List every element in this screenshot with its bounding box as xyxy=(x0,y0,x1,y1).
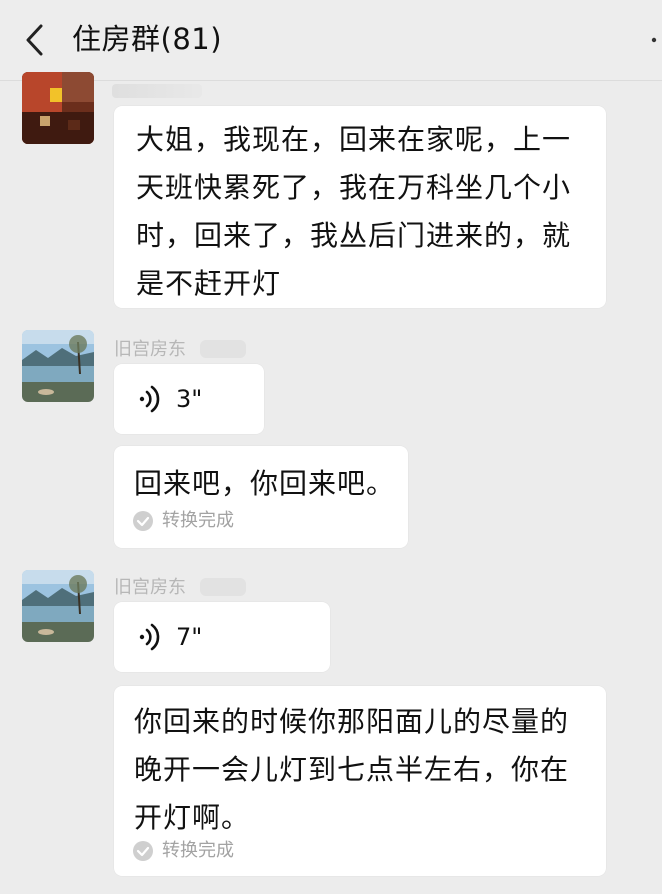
message-text: 大姐，我现在，回来在家呢，上一天班快累死了，我在万科坐几个小时，回来了，我丛后门… xyxy=(136,123,572,300)
transcription-status: 转换完成 xyxy=(132,510,234,532)
transcription-text: 回来吧，你回来吧。 xyxy=(134,467,396,500)
sender-name: 旧宫房东 xyxy=(114,339,186,360)
transcription-bubble[interactable]: 你回来的时候你那阳面儿的尽量的晚开一会儿灯到七点半左右，你在开灯啊。 转换完成 xyxy=(114,686,606,876)
avatar-image xyxy=(22,330,94,402)
avatar[interactable] xyxy=(22,72,94,144)
avatar-image xyxy=(22,72,94,144)
chat-header: 住房群(81) xyxy=(0,0,662,81)
transcription-status: 转换完成 xyxy=(132,840,234,862)
check-icon xyxy=(133,511,153,531)
sender-name xyxy=(112,84,202,98)
message-bubble[interactable]: 大姐，我现在，回来在家呢，上一天班快累死了，我在万科坐几个小时，回来了，我丛后门… xyxy=(114,106,606,308)
transcription-text: 你回来的时候你那阳面儿的尽量的晚开一会儿灯到七点半左右，你在开灯啊。 xyxy=(134,705,570,834)
voice-message[interactable]: 3" xyxy=(114,364,264,434)
back-icon[interactable] xyxy=(20,22,50,58)
status-text: 转换完成 xyxy=(162,510,234,531)
voice-duration: 7" xyxy=(176,623,203,651)
avatar-image xyxy=(22,570,94,642)
more-icon[interactable] xyxy=(646,30,662,50)
avatar[interactable] xyxy=(22,570,94,642)
check-icon xyxy=(133,841,153,861)
voice-message[interactable]: 7" xyxy=(114,602,330,672)
voice-icon xyxy=(139,385,160,413)
chat-title: 住房群(81) xyxy=(72,22,223,56)
status-text: 转换完成 xyxy=(162,840,234,861)
sender-name-blur xyxy=(200,578,246,596)
transcription-bubble[interactable]: 回来吧，你回来吧。 转换完成 xyxy=(114,446,408,548)
sender-name: 旧宫房东 xyxy=(114,577,186,598)
voice-duration: 3" xyxy=(176,385,203,413)
avatar[interactable] xyxy=(22,330,94,402)
voice-icon xyxy=(139,623,160,651)
sender-name-blur xyxy=(200,340,246,358)
